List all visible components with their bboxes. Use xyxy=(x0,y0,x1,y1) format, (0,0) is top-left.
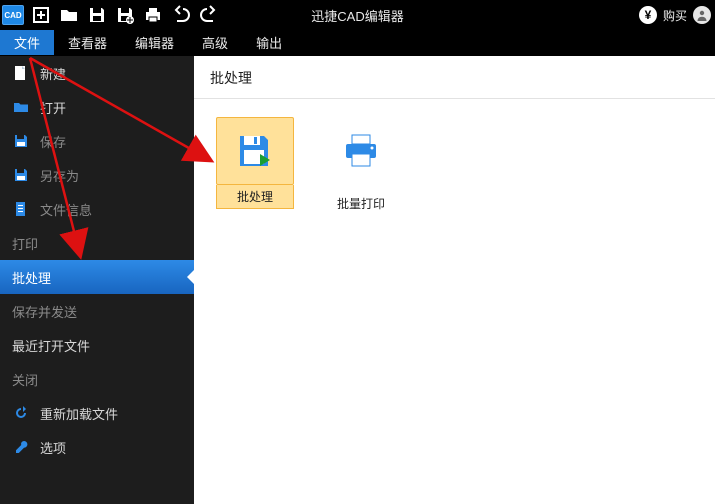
info-icon xyxy=(12,200,30,218)
app-logo: CAD xyxy=(2,5,24,25)
sidebar-item-label: 文件信息 xyxy=(40,200,92,219)
ribbon-tabs: 文件 查看器 编辑器 高级 输出 xyxy=(0,30,715,56)
undo-icon[interactable] xyxy=(168,2,194,28)
sidebar-item-new[interactable]: 新建 xyxy=(0,56,194,90)
sidebar-item-label: 另存为 xyxy=(40,166,79,185)
sidebar-item-fileinfo[interactable]: 文件信息 xyxy=(0,192,194,226)
sidebar-item-label: 保存并发送 xyxy=(12,302,77,321)
tab-viewer[interactable]: 查看器 xyxy=(54,30,121,55)
sidebar-item-reload[interactable]: 重新加载文件 xyxy=(0,396,194,430)
sidebar-item-save-send[interactable]: 保存并发送 xyxy=(0,294,194,328)
save-icon[interactable] xyxy=(84,2,110,28)
sidebar-item-label: 批处理 xyxy=(12,268,51,287)
print-icon[interactable] xyxy=(140,2,166,28)
redo-icon[interactable] xyxy=(196,2,222,28)
batch-process-button[interactable]: 批处理 xyxy=(216,117,294,209)
tab-advanced[interactable]: 高级 xyxy=(188,30,242,55)
save-as-icon xyxy=(12,166,30,184)
batch-print-button[interactable]: 批量打印 xyxy=(322,117,400,212)
tab-editor[interactable]: 编辑器 xyxy=(121,30,188,55)
sidebar-item-label: 新建 xyxy=(40,64,66,83)
sidebar-item-open[interactable]: 打开 xyxy=(0,90,194,124)
title-bar: CAD 迅捷CAD编辑器 ¥ 购买 xyxy=(0,0,715,30)
sidebar-item-save[interactable]: 保存 xyxy=(0,124,194,158)
reload-icon xyxy=(12,404,30,422)
save-icon xyxy=(12,132,30,150)
batch-process-label: 批处理 xyxy=(216,185,294,209)
sidebar-item-save-as[interactable]: 另存为 xyxy=(0,158,194,192)
sidebar-item-batch[interactable]: 批处理 xyxy=(0,260,194,294)
sidebar-item-label: 关闭 xyxy=(12,370,38,389)
save-as-icon[interactable] xyxy=(112,2,138,28)
batch-print-icon xyxy=(340,130,382,172)
sidebar-item-label: 重新加载文件 xyxy=(40,404,118,423)
batch-save-icon xyxy=(234,130,276,172)
file-sidebar: 新建 打开 保存 另存为 文件信息 打印 xyxy=(0,56,194,504)
new-file-icon[interactable] xyxy=(28,2,54,28)
content-pane: 批处理 批处理 xyxy=(194,56,715,504)
currency-icon[interactable]: ¥ xyxy=(639,6,657,24)
new-doc-icon xyxy=(12,64,30,82)
sidebar-item-options[interactable]: 选项 xyxy=(0,430,194,464)
buy-link[interactable]: 购买 xyxy=(663,7,687,24)
open-folder-icon xyxy=(12,98,30,116)
batch-print-label: 批量打印 xyxy=(337,195,385,212)
sidebar-item-label: 打开 xyxy=(40,98,66,117)
sidebar-item-label: 打印 xyxy=(12,234,38,253)
sidebar-item-label: 选项 xyxy=(40,438,66,457)
sidebar-item-close[interactable]: 关闭 xyxy=(0,362,194,396)
sidebar-item-label: 最近打开文件 xyxy=(12,336,90,355)
content-header: 批处理 xyxy=(194,56,715,99)
open-folder-icon[interactable] xyxy=(56,2,82,28)
tab-output[interactable]: 输出 xyxy=(242,30,296,55)
tab-file[interactable]: 文件 xyxy=(0,30,54,55)
sidebar-item-print[interactable]: 打印 xyxy=(0,226,194,260)
sidebar-item-recent[interactable]: 最近打开文件 xyxy=(0,328,194,362)
wrench-icon xyxy=(12,438,30,456)
user-icon[interactable] xyxy=(693,6,711,24)
sidebar-item-label: 保存 xyxy=(40,132,66,151)
